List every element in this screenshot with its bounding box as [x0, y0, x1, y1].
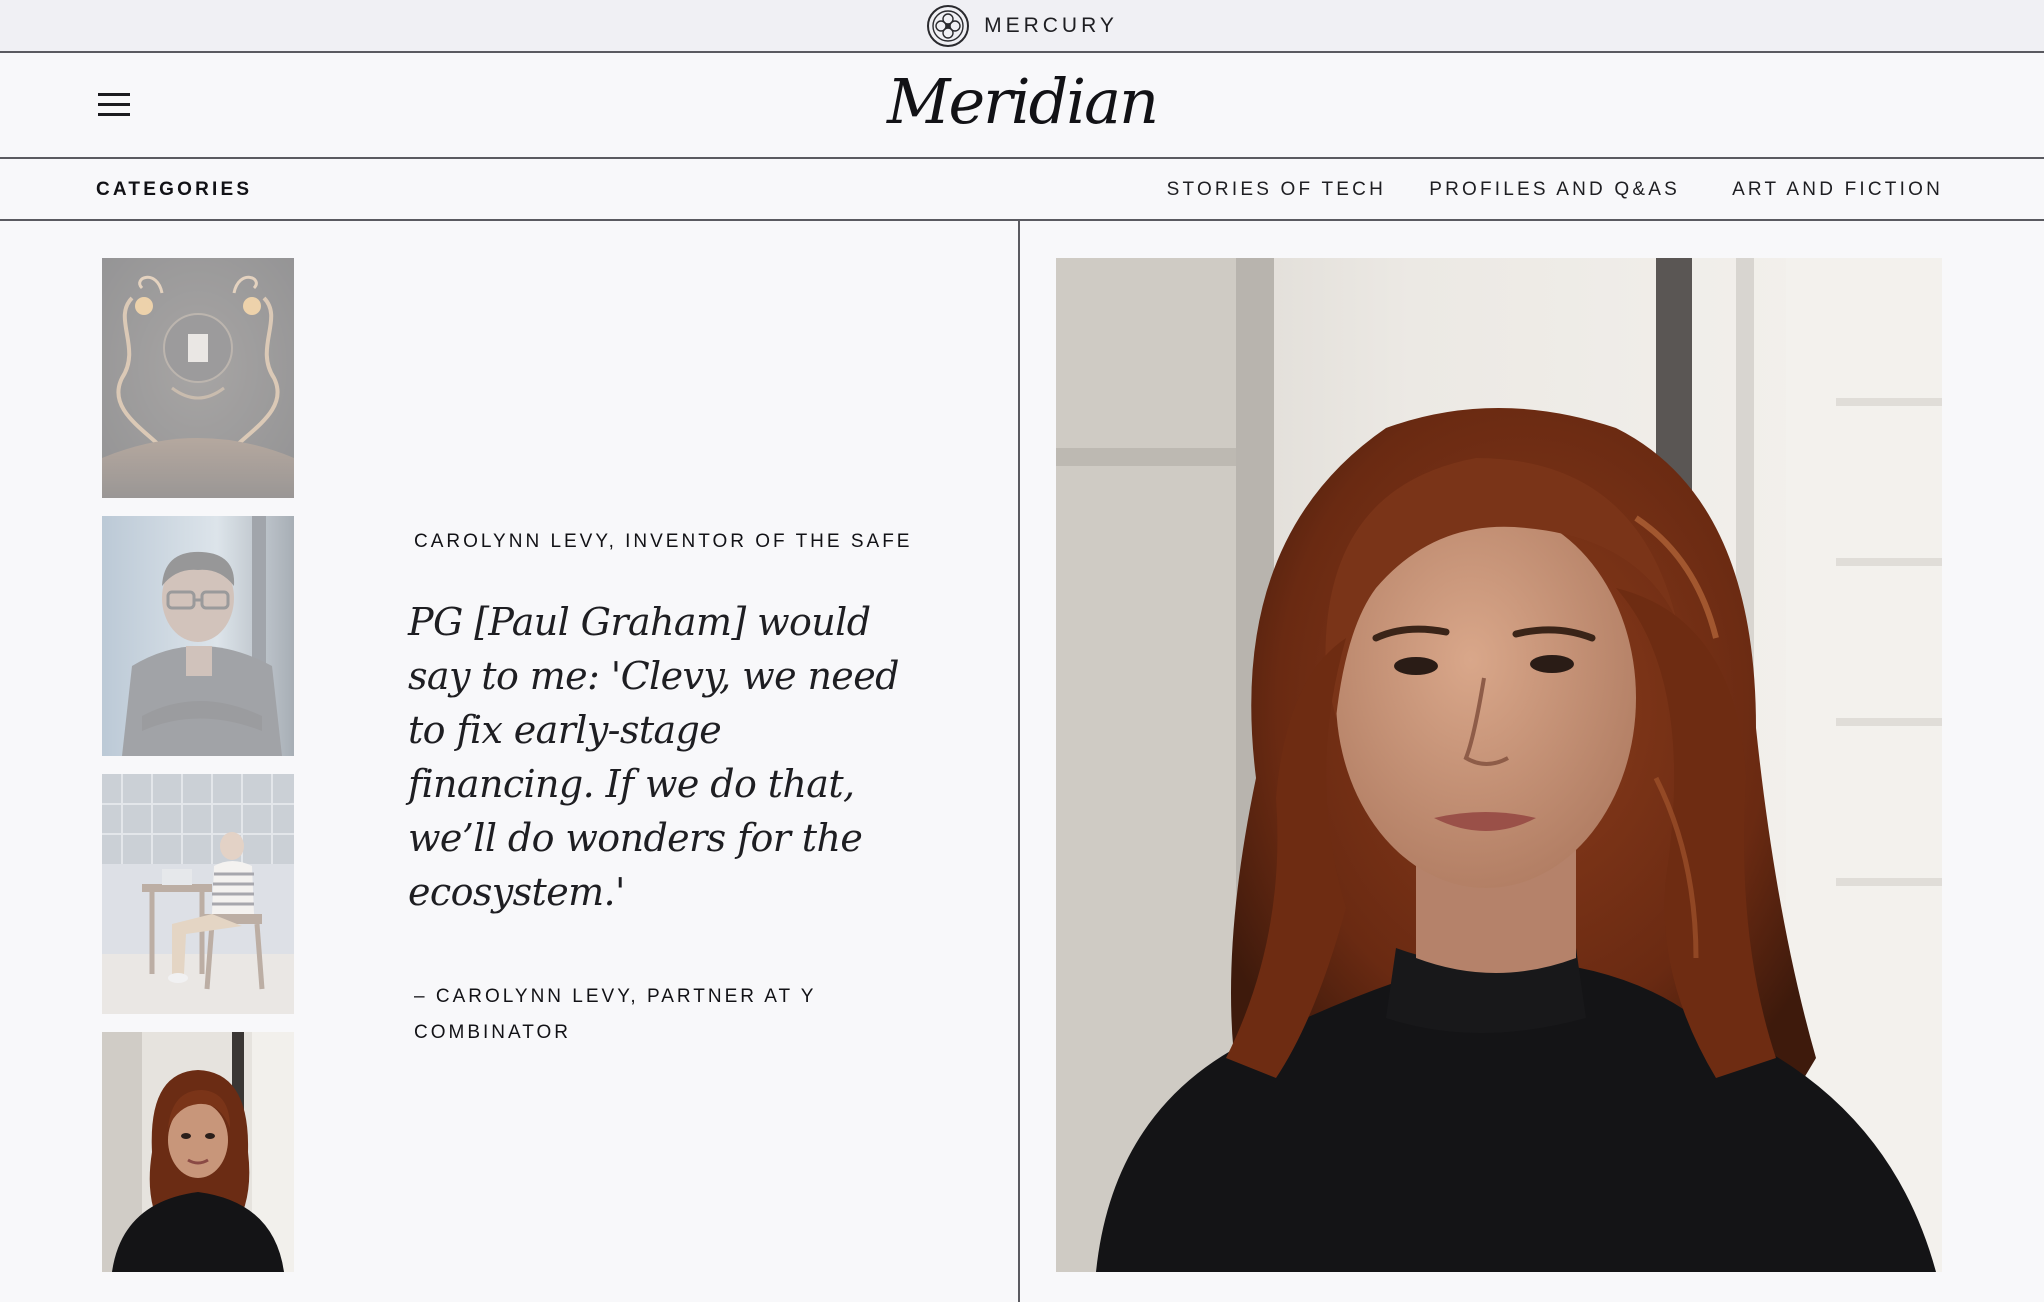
nav-link-profiles-and-qas[interactable]: PROFILES AND Q&AS: [1429, 179, 1680, 201]
main-content: CAROLYNN LEVY, INVENTOR OF THE SAFE PG […: [0, 221, 2044, 1302]
thumbnail-artwork[interactable]: [102, 258, 294, 498]
mercury-emblem-icon[interactable]: [926, 4, 970, 48]
brand-name[interactable]: MERCURY: [984, 14, 1118, 38]
nav-link-art-and-fiction[interactable]: ART AND FICTION: [1732, 179, 1943, 201]
thumbnail-woman-portrait[interactable]: [102, 1032, 294, 1272]
categories-link[interactable]: CATEGORIES: [96, 179, 252, 201]
category-nav: CATEGORIES STORIES OF TECH PROFILES AND …: [0, 159, 2044, 221]
thumbnail-desk-scene[interactable]: [102, 774, 294, 1014]
brand-bar: MERCURY: [0, 0, 2044, 53]
feature-attribution: – CAROLYNN LEVY, PARTNER AT Y COMBINATOR: [414, 986, 817, 1043]
man-thumbnail-image: [102, 516, 294, 756]
woman-thumbnail-image: [102, 1032, 294, 1272]
site-title[interactable]: Meridian: [0, 71, 2044, 133]
desk-scene-thumbnail-image: [102, 774, 294, 1014]
thumbnail-man-portrait[interactable]: [102, 516, 294, 756]
masthead: Meridian: [0, 53, 2044, 159]
column-divider: [1018, 221, 1020, 1302]
artwork-thumbnail-image: [102, 258, 294, 498]
feature-eyebrow[interactable]: CAROLYNN LEVY, INVENTOR OF THE SAFE: [414, 531, 909, 553]
hero-portrait[interactable]: [1056, 258, 1942, 1272]
feature-quote: PG [Paul Graham] would say to me: 'Clevy…: [408, 600, 899, 914]
feature-quote-block: CAROLYNN LEVY, INVENTOR OF THE SAFE PG […: [408, 531, 909, 1051]
hero-portrait-image: [1056, 258, 1942, 1272]
nav-link-stories-of-tech[interactable]: STORIES OF TECH: [1167, 179, 1386, 201]
